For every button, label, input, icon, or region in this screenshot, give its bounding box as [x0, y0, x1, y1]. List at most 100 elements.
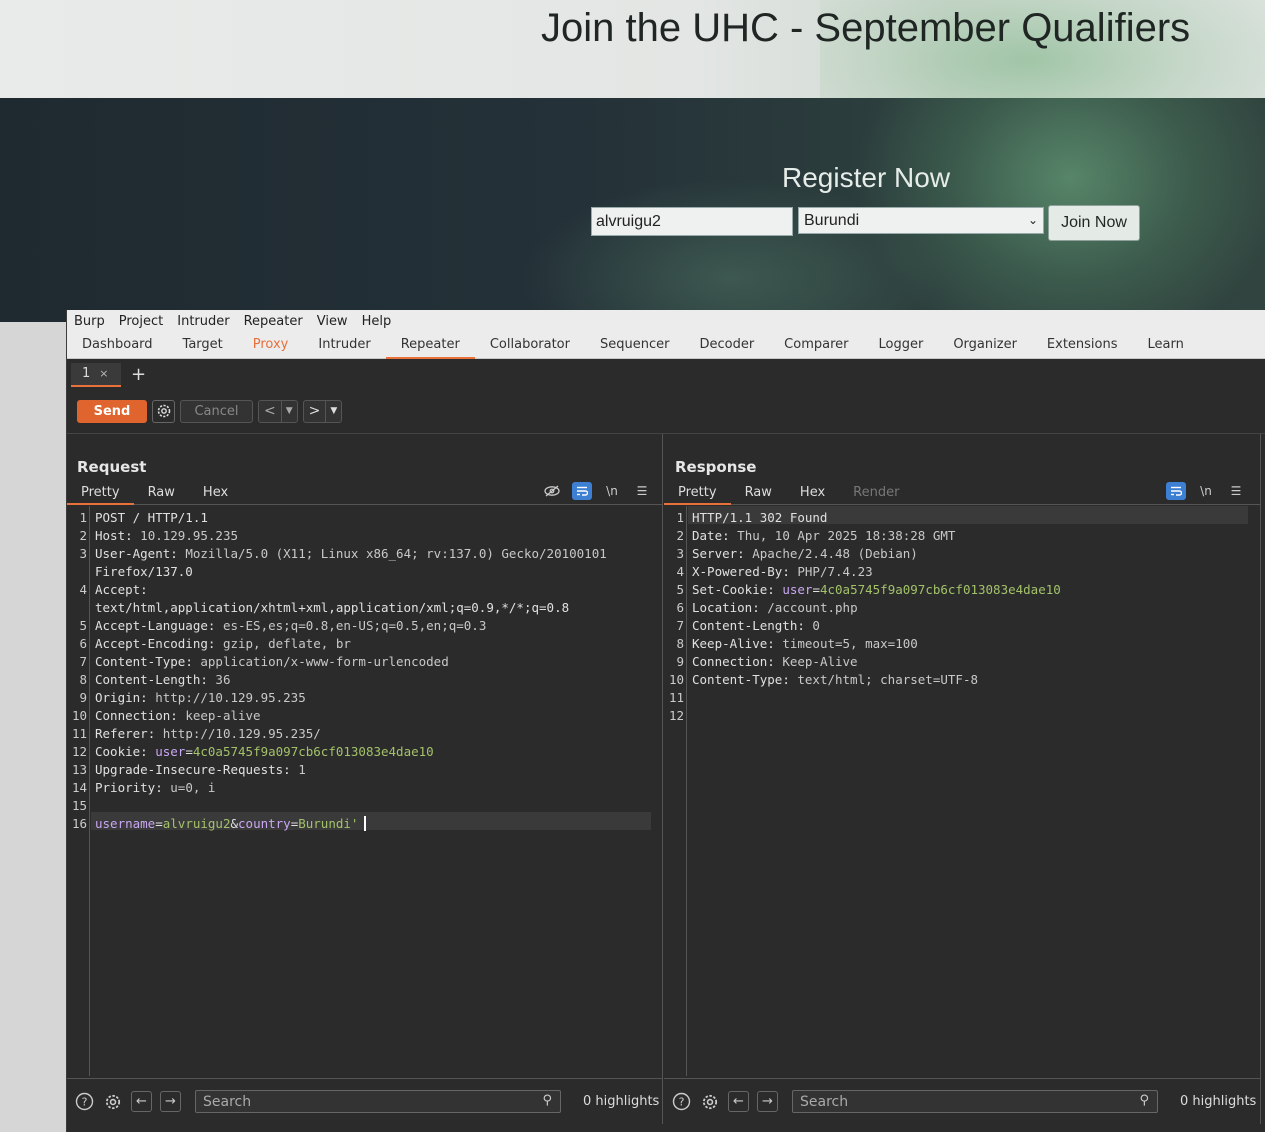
- gear-icon[interactable]: [699, 1091, 721, 1113]
- code-line: Content-Type: application/x-www-form-url…: [95, 654, 449, 669]
- response-view-tools: \n ☰: [1166, 482, 1246, 500]
- send-button[interactable]: Send: [77, 399, 147, 423]
- newline-toggle[interactable]: \n: [1196, 482, 1216, 500]
- code-line: text/html,application/xhtml+xml,applicat…: [95, 600, 570, 615]
- tab-sequencer[interactable]: Sequencer: [585, 333, 684, 358]
- code-line: POST / HTTP/1.1: [95, 510, 208, 525]
- tab-hex[interactable]: Hex: [786, 480, 839, 504]
- help-icon[interactable]: ?: [670, 1091, 692, 1113]
- response-editor[interactable]: 1 HTTP/1.1 302 Found 2 Date: Thu, 10 Apr 20…: [664, 506, 1260, 1076]
- tab-target[interactable]: Target: [168, 333, 238, 358]
- request-view-tools: \n ☰: [542, 482, 652, 500]
- magnifier-icon: ⚲: [542, 1093, 552, 1108]
- wrap-icon[interactable]: [572, 482, 592, 500]
- hamburger-icon[interactable]: ☰: [1226, 482, 1246, 500]
- add-tab-icon[interactable]: +: [131, 364, 146, 385]
- arrow-right-icon[interactable]: →: [757, 1091, 778, 1112]
- code-line: Content-Type: text/html; charset=UTF-8: [692, 672, 978, 687]
- repeater-tabs: 1 × +: [67, 360, 1265, 389]
- line-number: 8: [79, 672, 87, 687]
- menu-repeater[interactable]: Repeater: [244, 314, 303, 329]
- tab-logger[interactable]: Logger: [864, 333, 939, 358]
- arrow-right-icon[interactable]: →: [160, 1091, 181, 1112]
- request-title: Request: [77, 458, 147, 476]
- code-line: Host: 10.129.95.235: [95, 528, 239, 543]
- hamburger-icon[interactable]: ☰: [632, 482, 652, 500]
- repeater-tab-1[interactable]: 1 ×: [71, 362, 121, 387]
- code-line: Server: Apache/2.4.48 (Debian): [692, 546, 918, 561]
- line-number: 10: [668, 672, 684, 687]
- repeater-tab-label: 1: [82, 366, 91, 381]
- search-placeholder: Search: [800, 1094, 849, 1110]
- tab-learn[interactable]: Learn: [1133, 333, 1199, 358]
- dropdown-icon[interactable]: ▼: [325, 400, 341, 422]
- tab-repeater[interactable]: Repeater: [385, 333, 475, 359]
- dropdown-icon[interactable]: ▼: [280, 400, 297, 422]
- menu-intruder[interactable]: Intruder: [177, 314, 229, 329]
- tab-intruder[interactable]: Intruder: [303, 333, 385, 358]
- request-panel: Request Pretty Raw Hex \n ☰ 1 POST / HTTP…: [67, 434, 663, 1124]
- main-tabs: Dashboard Target Proxy Intruder Repeater…: [67, 333, 1265, 359]
- tab-decoder[interactable]: Decoder: [684, 333, 769, 358]
- eye-slash-icon[interactable]: [542, 482, 562, 500]
- code-line: HTTP/1.1 302 Found: [692, 510, 828, 525]
- menu-view[interactable]: View: [317, 314, 348, 329]
- menu-bar: Burp Project Intruder Repeater View Help: [67, 310, 1265, 333]
- code-line: Referer: http://10.129.95.235/: [95, 726, 321, 741]
- line-number: 3: [79, 546, 87, 561]
- tab-proxy[interactable]: Proxy: [238, 333, 304, 358]
- line-number: 14: [71, 780, 87, 795]
- history-forward-button[interactable]: > ▼: [302, 399, 343, 423]
- tab-hex[interactable]: Hex: [189, 480, 242, 504]
- line-number: 1: [79, 510, 87, 525]
- request-editor[interactable]: 1 POST / HTTP/1.1 2 Host: 10.129.95.235 3 Use…: [67, 506, 662, 1076]
- arrow-left-icon[interactable]: ←: [131, 1091, 152, 1112]
- wrap-icon[interactable]: [1166, 482, 1186, 500]
- line-number: 8: [676, 636, 684, 651]
- tab-dashboard[interactable]: Dashboard: [67, 333, 168, 358]
- tab-comparer[interactable]: Comparer: [769, 333, 863, 358]
- chevron-right-icon: >: [308, 403, 321, 419]
- code-line: Firefox/137.0: [95, 564, 193, 579]
- code-line: Upgrade-Insecure-Requests: 1: [95, 762, 306, 777]
- help-icon[interactable]: ?: [73, 1091, 95, 1113]
- close-icon[interactable]: ×: [99, 367, 108, 380]
- country-select[interactable]: Burundi ⌄: [798, 207, 1044, 234]
- line-number: 6: [676, 600, 684, 615]
- response-title: Response: [675, 458, 757, 476]
- svg-text:?: ?: [678, 1096, 684, 1109]
- tab-pretty[interactable]: Pretty: [664, 480, 731, 505]
- gear-icon[interactable]: [102, 1091, 124, 1113]
- tab-render[interactable]: Render: [839, 480, 913, 504]
- code-line: Content-Length: 36: [95, 672, 231, 687]
- tab-organizer[interactable]: Organizer: [938, 333, 1032, 358]
- username-input[interactable]: alvruigu2: [591, 207, 793, 236]
- search-input[interactable]: Search ⚲: [195, 1090, 561, 1113]
- response-panel: Response Pretty Raw Hex Render \n ☰ 1 HTT…: [664, 434, 1261, 1124]
- cancel-button[interactable]: Cancel: [180, 399, 253, 423]
- join-now-button[interactable]: Join Now: [1048, 205, 1140, 241]
- search-input[interactable]: Search ⚲: [792, 1090, 1158, 1113]
- tab-raw[interactable]: Raw: [731, 480, 786, 504]
- code-line: Connection: Keep-Alive: [692, 654, 858, 669]
- newline-toggle[interactable]: \n: [602, 482, 622, 500]
- gear-icon[interactable]: [152, 399, 175, 423]
- menu-help[interactable]: Help: [362, 314, 392, 329]
- code-line: Location: /account.php: [692, 600, 858, 615]
- tab-pretty[interactable]: Pretty: [67, 480, 134, 505]
- history-back-button[interactable]: < ▼: [258, 399, 298, 423]
- line-number: 1: [676, 510, 684, 525]
- tab-extensions[interactable]: Extensions: [1032, 333, 1133, 358]
- highlights-count: 0 highlights: [583, 1094, 660, 1109]
- line-number: 15: [71, 798, 87, 813]
- menu-burp[interactable]: Burp: [74, 314, 105, 329]
- line-number: 7: [676, 618, 684, 633]
- line-number: 5: [676, 582, 684, 597]
- tab-raw[interactable]: Raw: [134, 480, 189, 504]
- country-selected-value: Burundi: [804, 212, 860, 229]
- line-number: 5: [79, 618, 87, 633]
- arrow-left-icon[interactable]: ←: [728, 1091, 749, 1112]
- register-section: Register Now alvruigu2 Burundi ⌄ Join No…: [0, 98, 1265, 322]
- menu-project[interactable]: Project: [119, 314, 163, 329]
- tab-collaborator[interactable]: Collaborator: [475, 333, 585, 358]
